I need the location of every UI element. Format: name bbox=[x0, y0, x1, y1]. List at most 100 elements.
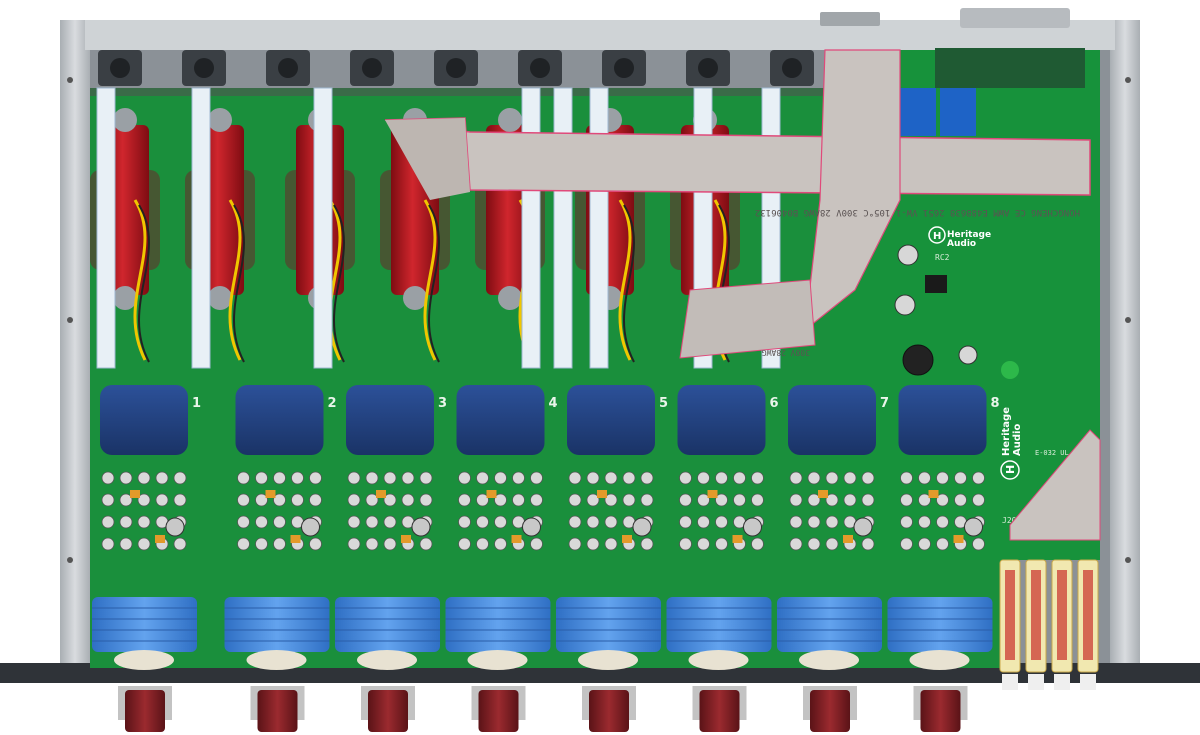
rotary-potentiometer bbox=[777, 597, 882, 652]
flex-ribbon-strip bbox=[313, 87, 333, 369]
capacitor bbox=[273, 537, 286, 551]
capacitor bbox=[936, 471, 949, 485]
tantalum-cap bbox=[843, 535, 853, 543]
rotary-potentiometer bbox=[666, 597, 772, 652]
electrolytic-cap bbox=[853, 517, 873, 537]
xlr-socket bbox=[278, 58, 298, 78]
output-transformer bbox=[788, 385, 876, 455]
mount-screw bbox=[498, 286, 522, 310]
capacitor bbox=[733, 471, 746, 485]
capacitor bbox=[401, 471, 415, 485]
channel-number: 8 bbox=[991, 396, 1000, 411]
capacitor bbox=[900, 515, 913, 529]
electrolytic-cap bbox=[301, 517, 320, 537]
capacitor bbox=[309, 493, 322, 507]
capacitor bbox=[751, 537, 764, 551]
capacitor bbox=[807, 537, 821, 551]
capacitor bbox=[419, 493, 433, 507]
rotary-potentiometer bbox=[556, 597, 661, 652]
capacitor bbox=[568, 471, 582, 485]
ribbon-cable-lower bbox=[679, 279, 816, 359]
knob bbox=[368, 690, 408, 732]
capacitor bbox=[309, 537, 322, 551]
capacitor bbox=[530, 493, 543, 507]
output-transformer bbox=[100, 385, 188, 455]
mount-screw bbox=[113, 108, 137, 132]
pot-nut bbox=[357, 650, 417, 670]
pot-nut bbox=[688, 650, 749, 670]
capacitor bbox=[861, 493, 875, 507]
relay-2 bbox=[940, 88, 976, 136]
switch-cap bbox=[1054, 674, 1070, 690]
capacitor bbox=[291, 471, 304, 485]
tantalum-cap bbox=[155, 535, 165, 543]
brand-name-line1: Heritage bbox=[1001, 407, 1012, 456]
capacitor bbox=[419, 471, 433, 485]
knob bbox=[257, 690, 298, 732]
capacitor bbox=[365, 537, 379, 551]
rotary-potentiometer bbox=[335, 597, 440, 652]
capacitor bbox=[751, 493, 764, 507]
mount-screw bbox=[113, 286, 137, 310]
knob bbox=[920, 690, 961, 732]
capacitor bbox=[137, 471, 151, 485]
capacitor bbox=[273, 515, 286, 529]
output-transformer bbox=[567, 385, 655, 455]
capacitor bbox=[825, 537, 839, 551]
tantalum-cap bbox=[953, 535, 964, 543]
capacitor bbox=[476, 515, 489, 529]
tantalum-cap bbox=[928, 490, 939, 498]
output-transformer bbox=[898, 385, 987, 455]
capacitor bbox=[604, 515, 618, 529]
brand-name-line2: Audio bbox=[947, 239, 976, 249]
electrolytic-cap bbox=[522, 517, 541, 537]
capacitor bbox=[568, 515, 582, 529]
capacitor bbox=[291, 493, 304, 507]
switch-lever bbox=[1005, 570, 1015, 660]
brand-name-line2: Audio bbox=[1012, 424, 1023, 456]
capacitor bbox=[119, 471, 133, 485]
flex-ribbon-strip bbox=[521, 87, 541, 369]
capacitor bbox=[918, 471, 931, 485]
capacitor bbox=[494, 515, 507, 529]
front-panel-knobs bbox=[118, 686, 968, 732]
switch-cap bbox=[1028, 674, 1044, 690]
capacitor bbox=[494, 537, 507, 551]
device-interior-photo: RC2 J20 E-032 UL 94V-0 H Heritage Audio … bbox=[0, 8, 1200, 732]
tantalum-cap bbox=[818, 490, 828, 498]
knob bbox=[478, 690, 519, 732]
electrolytic-cap bbox=[632, 517, 652, 537]
capacitor bbox=[458, 493, 471, 507]
capacitor bbox=[972, 471, 985, 485]
capacitor bbox=[679, 515, 692, 529]
capacitor bbox=[861, 471, 875, 485]
capacitor bbox=[173, 537, 187, 551]
right-side-rail bbox=[1110, 20, 1140, 675]
tantalum-cap bbox=[486, 490, 497, 498]
capacitor bbox=[640, 493, 654, 507]
capacitor bbox=[586, 471, 600, 485]
capacitor bbox=[419, 537, 433, 551]
capacitor bbox=[155, 471, 169, 485]
capacitor bbox=[101, 515, 115, 529]
capacitor bbox=[697, 515, 710, 529]
capacitor bbox=[237, 471, 250, 485]
capacitor bbox=[155, 493, 169, 507]
capacitor bbox=[789, 471, 803, 485]
capacitor bbox=[751, 471, 764, 485]
capacitor bbox=[173, 493, 187, 507]
switch-lever bbox=[1083, 570, 1093, 660]
capacitor bbox=[137, 515, 151, 529]
capacitor bbox=[237, 537, 250, 551]
mount-screw bbox=[208, 108, 232, 132]
capacitor bbox=[347, 537, 361, 551]
tantalum-cap bbox=[622, 535, 632, 543]
capacitor bbox=[861, 537, 875, 551]
capacitor bbox=[918, 537, 931, 551]
switch-cap bbox=[1080, 674, 1096, 690]
capacitor bbox=[347, 515, 361, 529]
capacitor bbox=[512, 493, 525, 507]
capacitor bbox=[383, 515, 397, 529]
left-side-rail bbox=[60, 20, 90, 675]
capacitor bbox=[383, 537, 397, 551]
